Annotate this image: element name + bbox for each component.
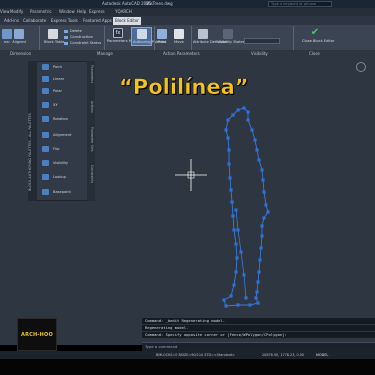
- polyline-grip[interactable]: [236, 303, 240, 307]
- polyline-grip[interactable]: [227, 148, 231, 152]
- polyline-grip[interactable]: [244, 296, 248, 300]
- polyline-grip[interactable]: [231, 214, 235, 218]
- polyline-grip[interactable]: [228, 176, 232, 180]
- crosshair-cursor: [175, 159, 207, 191]
- polyline-grip[interactable]: [242, 106, 246, 110]
- polyline-grip[interactable]: [266, 210, 270, 214]
- polyline-grip[interactable]: [232, 283, 236, 287]
- polyline-grip[interactable]: [257, 270, 261, 274]
- polyline-grip[interactable]: [236, 228, 240, 232]
- polyline-grip[interactable]: [250, 128, 254, 132]
- command-history-line: Command: _bedit Regenerating model.: [142, 318, 375, 324]
- polyline-grip[interactable]: [262, 190, 266, 194]
- polyline-grip[interactable]: [260, 224, 264, 228]
- status-variables: BMLOCKS=0 BSIZE=90/110 STD=<Standard>: [156, 353, 236, 357]
- polyline-grip[interactable]: [230, 200, 234, 204]
- polyline-grip[interactable]: [235, 256, 239, 260]
- selected-polyline[interactable]: [223, 107, 269, 307]
- polyline-grip[interactable]: [231, 113, 235, 117]
- polyline-grip[interactable]: [246, 118, 250, 122]
- polyline-grip[interactable]: [234, 242, 238, 246]
- polyline-grip[interactable]: [229, 188, 233, 192]
- logo-text: ARCH-HOO: [21, 332, 53, 338]
- polyline-grip[interactable]: [260, 234, 264, 238]
- command-history: Command: _bedit Regenerating model. Rege…: [142, 318, 375, 342]
- polyline-grip[interactable]: [239, 250, 243, 254]
- polyline-grip[interactable]: [262, 216, 266, 220]
- polyline-grip[interactable]: [255, 148, 259, 152]
- polyline-grip[interactable]: [260, 168, 264, 172]
- polyline-grip[interactable]: [256, 280, 260, 284]
- polyline-grip[interactable]: [224, 128, 228, 132]
- status-bar: BMLOCKS=0 BSIZE=90/110 STD=<Standard> 20…: [0, 351, 375, 359]
- letterbox-bar: [0, 359, 375, 375]
- polyline-grip[interactable]: [229, 294, 233, 298]
- polyline-grip[interactable]: [222, 298, 226, 302]
- polyline-grip[interactable]: [248, 303, 252, 307]
- command-input[interactable]: Type a command: [142, 342, 375, 351]
- polyline-grip[interactable]: [264, 203, 268, 207]
- polyline-grip[interactable]: [234, 270, 238, 274]
- polyline-grip[interactable]: [253, 138, 257, 142]
- command-history-line: Regenerating model.: [142, 325, 375, 331]
- polyline-grip[interactable]: [232, 228, 236, 232]
- polyline-grip[interactable]: [242, 273, 246, 277]
- polyline-grip[interactable]: [257, 158, 261, 162]
- polyline-grip[interactable]: [261, 178, 265, 182]
- command-history-line: Command: Specify opposite corner or [Fen…: [142, 332, 375, 338]
- polyline-grip[interactable]: [256, 301, 260, 305]
- polyline-grip[interactable]: [226, 136, 230, 140]
- polyline-grip[interactable]: [227, 162, 231, 166]
- polyline-grip[interactable]: [236, 108, 240, 112]
- channel-logo: ARCH-HOO: [17, 318, 57, 351]
- polyline-grip[interactable]: [259, 246, 263, 250]
- selected-polyline-inner[interactable]: [235, 209, 247, 299]
- polyline-grip[interactable]: [258, 258, 262, 262]
- coordinate-readout: 20876.90, 1778.23, 0.00: [262, 353, 305, 357]
- polyline-grip[interactable]: [254, 296, 258, 300]
- polyline-grip[interactable]: [226, 118, 230, 122]
- polyline-grip[interactable]: [255, 290, 259, 294]
- polyline-grip[interactable]: [224, 304, 228, 308]
- polyline-grip[interactable]: [234, 208, 238, 212]
- polyline-grips[interactable]: [222, 106, 270, 308]
- polyline-grip[interactable]: [246, 110, 250, 114]
- model-space-toggle[interactable]: MODEL: [316, 351, 328, 359]
